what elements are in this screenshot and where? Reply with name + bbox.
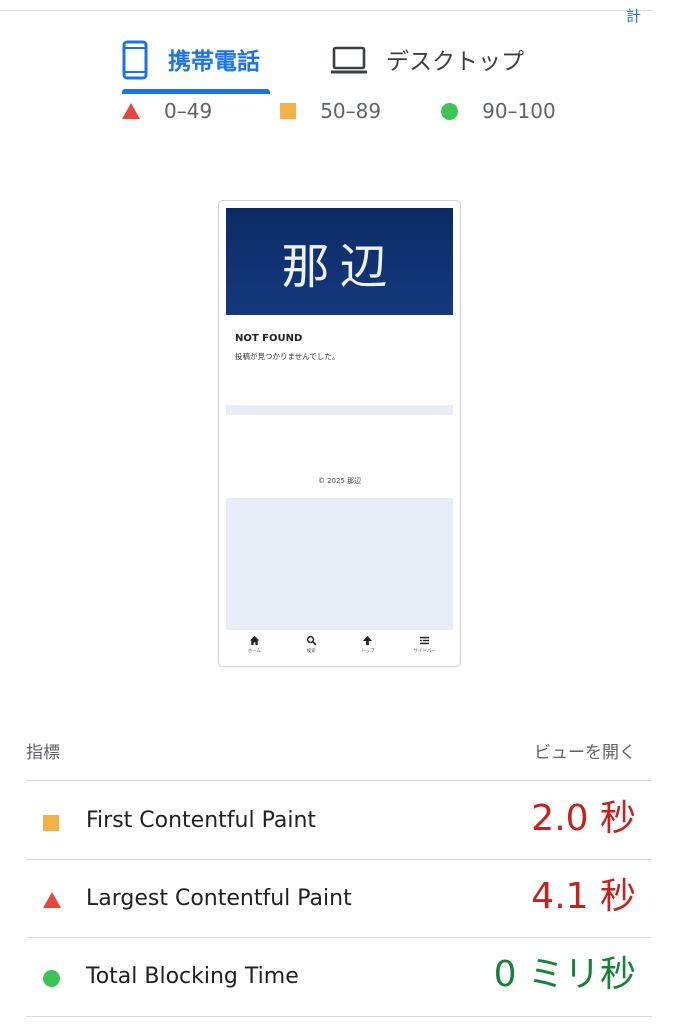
open-view-link[interactable]: ビューを開く [534,738,636,763]
metrics-title: 指標 [26,743,60,763]
search-icon [306,635,317,646]
screenshot-nav-sidebar-label: サイドバー [413,649,436,654]
triangle-fail-icon [122,103,140,119]
triangle-fail-icon [43,892,61,908]
legend-fail: 0–49 [122,99,212,123]
metric-name: Largest Contentful Paint [86,886,352,911]
legend-pass-label: 90–100 [482,99,556,123]
metrics-divider [26,1016,652,1017]
home-icon [249,635,259,646]
legend-average-label: 50–89 [320,99,382,123]
metric-name: Total Blocking Time [86,964,299,989]
square-average-icon [280,103,297,119]
legend-fail-label: 0–49 [164,99,213,123]
screenshot-nav-home-label: ホーム [247,649,262,654]
screenshot-empty-area [226,498,453,630]
screenshot-heading: NOT FOUND [235,333,303,344]
smartphone-icon [122,40,148,84]
metric-row-fcp: First Contentful Paint 2.0 秒 [26,782,652,860]
metric-value: 0 ミリ秒 [493,954,636,995]
metric-row-tbt: Total Blocking Time 0 ミリ秒 [26,938,652,1016]
screenshot-nav-top: トップ [340,632,396,658]
metric-row-lcp: Largest Contentful Paint 4.1 秒 [26,860,652,938]
metric-name: First Contentful Paint [86,808,317,833]
screenshot-nav-search-label: 検索 [306,649,316,654]
screenshot-nav-top-label: トップ [361,649,375,654]
laptop-icon [330,45,368,79]
square-average-icon [43,815,59,831]
screenshot-nav-home: ホーム [226,632,282,658]
screenshot-nav-search: 検索 [283,632,339,658]
metrics-divider [26,780,652,781]
screenshot-band [226,405,453,415]
metric-value: 4.1 秒 [531,876,636,917]
page-screenshot-thumbnail[interactable]: 那辺 NOT FOUND 投稿が見つかりませんでした。 © 2025 那辺 ホー… [218,200,461,667]
arrow-up-icon [363,635,373,646]
legend-average: 50–89 [280,99,381,123]
active-tab-indicator [122,89,270,94]
top-divider [0,10,652,11]
screenshot-site-logo: 那辺 [281,238,398,295]
score-legend: 0–49 50–89 90–100 [122,97,592,125]
metrics-header: 指標 ビューを開く [26,736,652,764]
tab-desktop-label: デスクトップ [386,49,524,75]
corner-label: 計 [626,7,642,25]
screenshot-site-header: 那辺 [226,208,453,315]
tab-mobile[interactable]: 携帯電話 [122,28,270,96]
screenshot-nav-sidebar: サイドバー [397,632,453,658]
device-tabs: 携帯電話 デスクトップ [0,28,690,98]
tab-mobile-label: 携帯電話 [168,49,260,75]
list-icon [420,636,430,645]
screenshot-message: 投稿が見つかりませんでした。 [235,352,340,361]
circle-pass-icon [441,102,459,120]
tab-desktop[interactable]: デスクトップ [330,28,540,96]
screenshot-bottom-nav: ホーム 検索 トップ サイドバー [226,632,453,658]
metric-value: 2.0 秒 [531,798,636,839]
legend-pass: 90–100 [441,99,556,123]
circle-pass-icon [43,970,60,987]
screenshot-copyright: © 2025 那辺 [317,477,362,485]
